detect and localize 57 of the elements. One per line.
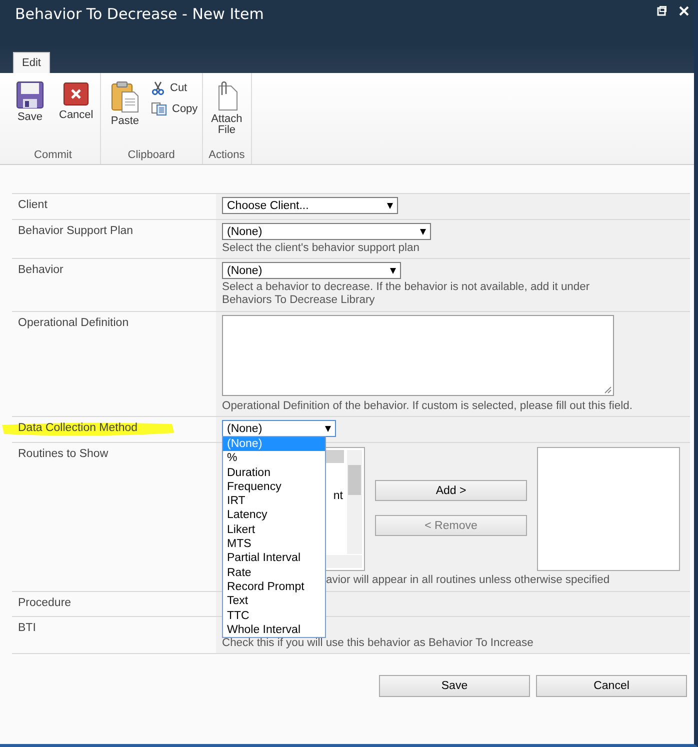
save-button[interactable]: Save: [379, 675, 530, 697]
dropdown-option[interactable]: %: [223, 451, 325, 466]
close-icon[interactable]: [679, 6, 689, 16]
dropdown-field[interactable]: (None): [222, 420, 336, 437]
field-hint: avior will appear in all routines unless otherwise specified: [326, 574, 610, 587]
field-label: Client: [18, 199, 48, 211]
dropdown-option[interactable]: Record Prompt: [223, 580, 325, 594]
caret-icon: [387, 202, 393, 208]
field-hint: Operational Definition of the behavior. If custom is selected, please fill out this field.: [222, 400, 632, 413]
group-label: Actions: [208, 149, 246, 161]
dropdown-field[interactable]: (None): [222, 262, 401, 279]
field-label: Operational Definition: [18, 317, 129, 329]
caret-icon: [420, 228, 426, 234]
cancel-button[interactable]: Cancel: [536, 675, 687, 697]
resize-grip-icon[interactable]: [604, 386, 612, 394]
field-label: Data Collection Method: [18, 422, 138, 434]
field-hint: Select a behavior to decrease. If the behavior is not available, add it under Behaviors To Decrease Library: [222, 281, 591, 307]
dropdown-option[interactable]: MTS: [223, 537, 325, 552]
dropdown-option[interactable]: Latency: [223, 508, 325, 523]
caret-icon: [390, 268, 396, 274]
group-label: Clipboard: [126, 149, 176, 161]
group-label: Commit: [33, 149, 73, 161]
ribbon-tab[interactable]: Edit: [13, 52, 50, 73]
dropdown-field[interactable]: Choose Client...: [222, 197, 398, 214]
field-label: BTI: [18, 622, 36, 634]
field-label: Routines to Show: [18, 448, 108, 460]
field-hint: Select the client's behavior support plan: [222, 242, 420, 255]
cancel-icon: [63, 81, 89, 107]
dropdown-option[interactable]: Likert: [223, 522, 325, 538]
copy-icon: [151, 102, 167, 116]
save-button[interactable]: Save: [10, 81, 50, 123]
scissors-icon: [151, 81, 165, 95]
dropdown-option[interactable]: Rate: [223, 566, 325, 580]
field-label: Behavior Support Plan: [18, 225, 134, 237]
restore-icon[interactable]: [657, 6, 667, 16]
attach-button[interactable]: Attach File: [206, 81, 247, 136]
dropdown-option[interactable]: Duration: [223, 466, 325, 480]
move-button[interactable]: Add >: [375, 480, 527, 501]
copy-button[interactable]: Copy: [151, 102, 198, 116]
dropdown-option[interactable]: IRT: [223, 494, 325, 508]
dropdown-option[interactable]: Frequency: [223, 480, 325, 494]
dropdown-field[interactable]: (None): [222, 223, 431, 240]
paste-button[interactable]: Paste: [105, 81, 145, 127]
cancel-button[interactable]: Cancel: [56, 81, 96, 123]
field-label: Procedure: [18, 597, 72, 609]
field-label: Behavior: [18, 264, 64, 276]
scrollbar[interactable]: [347, 450, 362, 554]
list-box[interactable]: [537, 447, 680, 571]
clipboard-icon: [111, 81, 139, 113]
field-hint: Check this if you will use this behavior as Behavior To Increase: [222, 637, 534, 650]
dropdown-option[interactable]: TTC: [223, 608, 325, 623]
window-title: Behavior To Decrease - New Item: [15, 5, 264, 23]
dropdown-option[interactable]: Partial Interval: [223, 551, 325, 566]
dropdown-option[interactable]: Whole Interval: [223, 622, 325, 638]
cut-button[interactable]: Cut: [151, 81, 198, 95]
dropdown-option[interactable]: Text: [223, 594, 325, 609]
text-area[interactable]: [222, 315, 614, 396]
